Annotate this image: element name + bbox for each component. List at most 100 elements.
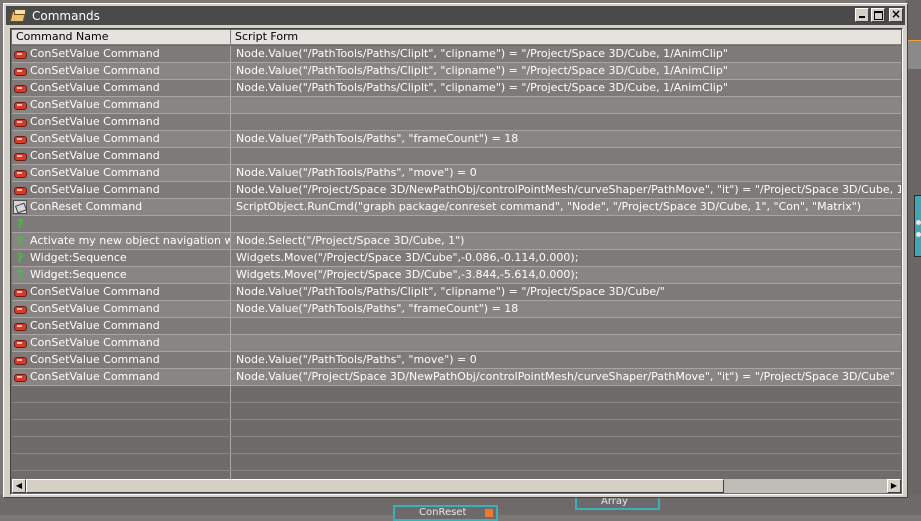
con-command-icon	[13, 353, 27, 367]
horizontal-scrollbar[interactable]: ◀ ▶	[12, 479, 901, 493]
command-name: ConSetValue Command	[30, 166, 160, 179]
con-command-icon	[13, 319, 27, 333]
minimize-button[interactable]	[855, 8, 869, 22]
command-name-cell[interactable]: ConSetValue Command	[12, 80, 231, 96]
table-row[interactable]: ConSetValue Command Node.Value("/PathTool…	[12, 80, 901, 97]
maximize-button[interactable]	[871, 8, 885, 22]
close-icon: ×	[890, 7, 902, 21]
table-row[interactable]: ConSetValue Command Node.Value("/PathTool…	[12, 284, 901, 301]
command-name: ConSetValue Command	[30, 353, 160, 366]
script-form-cell[interactable]	[231, 114, 901, 130]
table-row[interactable]: ? Activate my new object navigation widge…	[12, 233, 901, 250]
script-form-cell[interactable]: Node.Value("/PathTools/Paths", "move") =…	[231, 165, 901, 181]
script-form-cell[interactable]: Node.Value("/PathTools/Paths", "frameCou…	[231, 131, 901, 147]
column-header-script-form[interactable]: Script Form	[231, 30, 901, 45]
table-row[interactable]: ? Widget:Sequence Widgets.Move("/Project/S…	[12, 250, 901, 267]
script-form-cell[interactable]: Node.Select("/Project/Space 3D/Cube, 1")	[231, 233, 901, 249]
empty-row	[12, 420, 901, 437]
window-controls: ×	[855, 7, 903, 22]
scroll-thumb[interactable]	[26, 479, 724, 493]
table-row[interactable]: ConSetValue Command	[12, 114, 901, 131]
command-name: Activate my new object navigation widget	[30, 234, 230, 247]
command-name: Widget:Sequence	[30, 268, 127, 281]
window-title: Commands	[32, 8, 100, 23]
command-name-cell[interactable]: ConSetValue Command	[12, 97, 231, 113]
command-name-cell[interactable]: ConSetValue Command	[12, 335, 231, 351]
command-name-cell[interactable]: ConSetValue Command	[12, 114, 231, 130]
script-form-cell[interactable]	[231, 335, 901, 351]
command-name-cell[interactable]: ConSetValue Command	[12, 165, 231, 181]
table-row[interactable]: ConSetValue Command Node.Value("/Project/…	[12, 369, 901, 386]
script-form-cell[interactable]: Node.Value("/PathTools/Paths/ClipIt", "c…	[231, 80, 901, 96]
empty-cell	[12, 386, 231, 402]
commands-list[interactable]: Command Name Script Form ConSetValue Com…	[10, 28, 903, 495]
table-row[interactable]: ConSetValue Command	[12, 148, 901, 165]
table-row[interactable]: ?	[12, 216, 901, 233]
list-header: Command Name Script Form	[12, 30, 901, 45]
command-name-cell[interactable]: ConSetValue Command	[12, 301, 231, 317]
table-row[interactable]: ConSetValue Command	[12, 97, 901, 114]
table-row[interactable]: ConSetValue Command Node.Value("/PathTool…	[12, 301, 901, 318]
command-name-cell[interactable]: ? Widget:Sequence	[12, 267, 231, 283]
script-form-cell[interactable]: Node.Value("/Project/Space 3D/NewPathObj…	[231, 182, 901, 198]
con-command-icon	[13, 183, 27, 197]
table-row[interactable]: ConSetValue Command	[12, 318, 901, 335]
background-panel-right	[906, 0, 921, 515]
command-name: ConSetValue Command	[30, 149, 160, 162]
command-name-cell[interactable]: ConSetValue Command	[12, 318, 231, 334]
command-name: ConSetValue Command	[30, 47, 160, 60]
column-header-command-name[interactable]: Command Name	[12, 30, 231, 45]
command-name-cell[interactable]: ConSetValue Command	[12, 148, 231, 164]
table-row[interactable]: ConSetValue Command Node.Value("/PathTool…	[12, 46, 901, 63]
script-form-cell[interactable]: Node.Value("/Project/Space 3D/NewPathObj…	[231, 369, 901, 385]
script-form-cell[interactable]: ScriptObject.RunCmd("graph package/conre…	[231, 199, 901, 215]
script-form-cell[interactable]: Node.Value("/PathTools/Paths", "move") =…	[231, 352, 901, 368]
scroll-track[interactable]	[26, 479, 887, 493]
table-row[interactable]: ConReset Command ScriptObject.RunCmd("gra…	[12, 199, 901, 216]
script-form-cell[interactable]	[231, 148, 901, 164]
scroll-right-button[interactable]: ▶	[887, 479, 901, 493]
table-row[interactable]: ConSetValue Command	[12, 335, 901, 352]
command-name-cell[interactable]: ConSetValue Command	[12, 284, 231, 300]
con-command-icon	[13, 166, 27, 180]
command-name-cell[interactable]: ConSetValue Command	[12, 63, 231, 79]
script-form-cell[interactable]: Node.Value("/PathTools/Paths", "frameCou…	[231, 301, 901, 317]
script-form-cell[interactable]	[231, 216, 901, 232]
command-name-cell[interactable]: ?	[12, 216, 231, 232]
command-name-cell[interactable]: ? Activate my new object navigation widge…	[12, 233, 231, 249]
command-name-cell[interactable]: ConSetValue Command	[12, 182, 231, 198]
script-form-cell[interactable]: Widgets.Move("/Project/Space 3D/Cube",-3…	[231, 267, 901, 283]
command-name-cell[interactable]: ConSetValue Command	[12, 46, 231, 62]
script-form-cell[interactable]	[231, 318, 901, 334]
command-name-cell[interactable]: ConSetValue Command	[12, 369, 231, 385]
script-form-cell[interactable]: Widgets.Move("/Project/Space 3D/Cube",-0…	[231, 250, 901, 266]
scroll-left-button[interactable]: ◀	[12, 479, 26, 493]
table-row[interactable]: ConSetValue Command Node.Value("/PathTool…	[12, 165, 901, 182]
question-mark-icon: ?	[16, 217, 24, 231]
command-name-cell[interactable]: ConSetValue Command	[12, 352, 231, 368]
table-row[interactable]: ConSetValue Command Node.Value("/PathTool…	[12, 352, 901, 369]
empty-row	[12, 386, 901, 403]
script-form-cell[interactable]: Node.Value("/PathTools/Paths/ClipIt", "c…	[231, 284, 901, 300]
list-rows: ConSetValue Command Node.Value("/PathTool…	[12, 46, 901, 488]
command-name-cell[interactable]: ConSetValue Command	[12, 131, 231, 147]
empty-cell	[12, 437, 231, 453]
background-node-conreset[interactable]: ConReset	[393, 505, 498, 521]
script-form-cell[interactable]: Node.Value("/PathTools/Paths/ClipIt", "c…	[231, 63, 901, 79]
table-row[interactable]: ConSetValue Command Node.Value("/Project/…	[12, 182, 901, 199]
table-row[interactable]: ConSetValue Command Node.Value("/PathTool…	[12, 131, 901, 148]
table-row[interactable]: ConSetValue Command Node.Value("/PathTool…	[12, 63, 901, 80]
script-form-cell[interactable]	[231, 97, 901, 113]
command-name-cell[interactable]: ConReset Command	[12, 199, 231, 215]
node-label: ConReset	[419, 507, 467, 518]
command-name-cell[interactable]: ? Widget:Sequence	[12, 250, 231, 266]
con-command-icon	[13, 302, 27, 316]
title-bar[interactable]: Commands ×	[6, 6, 905, 25]
con-command-icon	[13, 285, 27, 299]
empty-cell	[231, 403, 901, 419]
maximize-icon	[874, 11, 883, 20]
script-form-cell[interactable]: Node.Value("/PathTools/Paths/ClipIt", "c…	[231, 46, 901, 62]
close-button[interactable]: ×	[889, 7, 903, 22]
con-command-icon	[13, 47, 27, 61]
table-row[interactable]: ? Widget:Sequence Widgets.Move("/Project/S…	[12, 267, 901, 284]
